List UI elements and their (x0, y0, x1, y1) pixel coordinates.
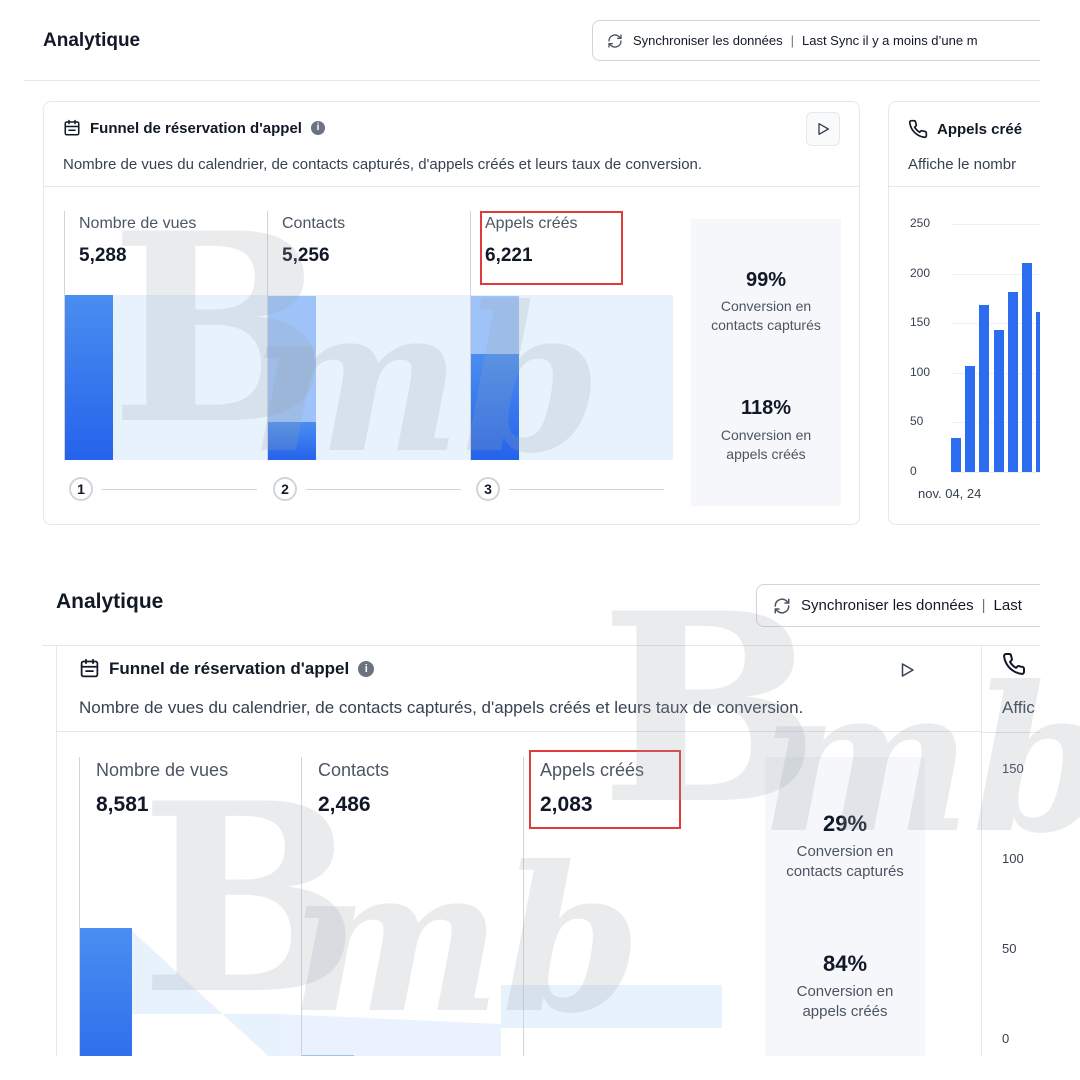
calls-bar[interactable] (993, 330, 1004, 472)
conversion-label: Conversion en contacts capturés (786, 843, 904, 881)
stage-value: 5,256 (282, 245, 330, 266)
analytics-header: Analytique Synchroniser les données | La… (24, 8, 1040, 81)
play-button[interactable] (806, 112, 840, 146)
grid-line (951, 224, 1040, 225)
play-icon (818, 123, 829, 135)
page-title: Analytique (56, 590, 164, 613)
refresh-icon (774, 598, 790, 613)
conversion-label: Conversion en contacts capturés (711, 298, 821, 333)
funnel-stage-views: Nombre de vues 8,581 (79, 757, 301, 1056)
highlight-box (529, 750, 681, 829)
y-tick: 150 (910, 315, 931, 330)
calls-bar[interactable] (1036, 312, 1040, 472)
stage-label: Nombre de vues (96, 760, 229, 780)
funnel-title: Funnel de réservation d'appel i (63, 119, 325, 137)
analytics-panel-bottom: Analytique Synchroniser les données | La… (42, 566, 1040, 1056)
analytics-panel-top: Analytique Synchroniser les données | La… (24, 8, 1040, 530)
refresh-icon (608, 33, 622, 48)
analytics-header: Analytique Synchroniser les données | La… (42, 566, 1040, 646)
phone-icon (908, 119, 928, 139)
step-number: 3 (476, 477, 500, 501)
funnel-card: Funnel de réservation d'appel i Nombre d… (43, 101, 860, 525)
last-sync-text: Last Sync il y a moins d’une m (801, 33, 978, 48)
calls-bar[interactable] (979, 305, 990, 472)
info-icon[interactable]: i (310, 121, 325, 135)
funnel-stage-contacts: Contacts 2,486 (301, 757, 523, 1056)
y-tick: 50 (910, 414, 924, 429)
step-connector (509, 489, 664, 490)
conversion-label: Conversion en appels créés (720, 427, 812, 462)
stage-label: Nombre de vues (79, 215, 197, 232)
calls-card-description: Affiche le nombr (908, 156, 1017, 173)
conversion-percent: 84% (822, 951, 868, 976)
phone-icon (1003, 652, 1026, 675)
conversion-panel: 29% Conversion en contacts capturés 84% … (765, 757, 925, 1056)
sync-label: Synchroniser les données (633, 33, 783, 48)
stage-value: 5,288 (79, 245, 127, 266)
conversion-label: Conversion en appels créés (796, 983, 894, 1021)
y-tick: 100 (910, 364, 931, 379)
y-tick: 100 (1002, 851, 1024, 866)
y-tick: 0 (1002, 1031, 1010, 1046)
funnel-description: Nombre de vues du calendrier, de contact… (63, 156, 703, 173)
calls-bar-chart: 250 200 150 100 50 0 nov. 04, 24 (889, 202, 1040, 512)
calls-card-title: Appels créé (908, 119, 1022, 139)
sync-label: Synchroniser les données (801, 597, 974, 614)
calls-bar[interactable] (1007, 292, 1018, 472)
funnel-stage-views: Nombre de vues 5,288 (64, 211, 267, 461)
stage-value: 2,486 (318, 793, 371, 816)
conversion-panel: 99% Conversion en contacts capturés 118%… (691, 219, 841, 506)
stage-label: Contacts (282, 215, 346, 232)
conversion-percent: 118% (740, 397, 792, 419)
funnel-card-header: Funnel de réservation d'appel i Nombre d… (44, 102, 859, 187)
step-connector (102, 489, 257, 490)
sync-data-button[interactable]: Synchroniser les données | Last Sync il … (592, 20, 1040, 61)
stage-bar (65, 295, 113, 460)
y-tick: 150 (1002, 761, 1024, 776)
y-tick: 50 (1002, 941, 1017, 956)
conversion-percent: 99% (745, 269, 787, 291)
conversion-percent: 29% (822, 811, 868, 836)
calls-created-card: Appels créé Affiche le nombr 250 200 150 10… (888, 101, 1040, 525)
y-tick: 250 (910, 216, 931, 230)
calls-title-text: Appels créé (937, 120, 1023, 138)
step-number: 2 (273, 477, 297, 501)
highlight-box (480, 211, 623, 285)
funnel-title-text: Funnel de réservation d'appel (90, 119, 302, 137)
stage-value: 8,581 (96, 793, 149, 816)
step-number: 1 (69, 477, 93, 501)
page-title: Analytique (43, 30, 141, 51)
x-tick: nov. 04, 24 (918, 486, 982, 501)
funnel-card: Funnel de réservation d'appel i Nombre d… (56, 646, 982, 1056)
card-divider (982, 732, 1040, 733)
step-connector (306, 489, 461, 490)
stage-bar-previous (302, 1055, 354, 1056)
stage-bar (268, 422, 316, 460)
calls-bar[interactable] (951, 438, 961, 472)
calls-bar[interactable] (965, 365, 976, 472)
calls-card-description: Affic (1002, 698, 1035, 717)
screenshot-canvas: Analytique Synchroniser les données | La… (0, 0, 1080, 1080)
calls-bar[interactable] (1022, 262, 1032, 472)
grid-line (951, 472, 1040, 473)
y-tick: 200 (910, 265, 931, 280)
stage-bar (471, 354, 519, 460)
sync-separator: | (790, 33, 794, 48)
last-sync-text: Last (993, 597, 1022, 614)
y-tick: 0 (910, 464, 917, 478)
sync-separator: | (981, 597, 986, 614)
calls-created-card: Affic 150 100 50 0 (982, 646, 1040, 1056)
stage-label: Contacts (318, 760, 390, 780)
calendar-icon (64, 119, 80, 136)
calls-card-header: Appels créé Affiche le nombr (889, 102, 1040, 187)
sync-data-button[interactable]: Synchroniser les données | Last (756, 584, 1040, 627)
stage-bar (80, 928, 132, 1056)
funnel-stage-contacts: Contacts 5,256 (267, 211, 470, 461)
